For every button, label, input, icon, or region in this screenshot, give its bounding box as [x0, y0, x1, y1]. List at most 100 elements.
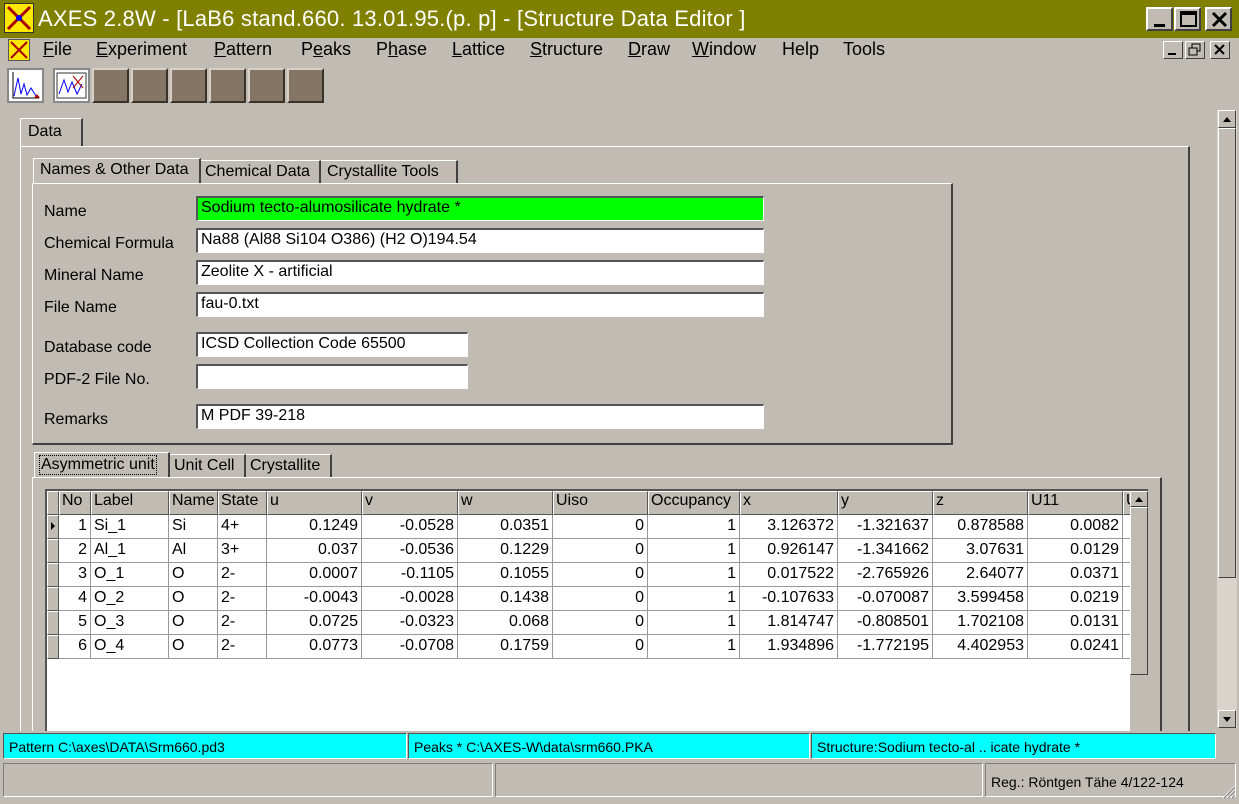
- table-scrollbar[interactable]: [1130, 491, 1148, 731]
- menu-tools[interactable]: Tools: [843, 39, 885, 60]
- table-cell[interactable]: 0.037: [267, 539, 362, 563]
- pdf2-file-no-field[interactable]: [196, 364, 468, 389]
- table-cell[interactable]: 3.07631: [933, 539, 1028, 563]
- remarks-field[interactable]: M PDF 39-218: [196, 404, 764, 429]
- menu-help[interactable]: Help: [782, 39, 819, 60]
- table-cell[interactable]: 0.878588: [933, 515, 1028, 539]
- table-cell[interactable]: -0.808501: [838, 611, 933, 635]
- table-cell[interactable]: 4+: [218, 515, 267, 539]
- column-header[interactable]: y: [838, 491, 933, 515]
- table-cell[interactable]: 0.0131: [1028, 611, 1123, 635]
- table-cell[interactable]: 3+: [218, 539, 267, 563]
- minimize-button[interactable]: [1146, 7, 1173, 31]
- table-cell[interactable]: 0: [553, 563, 648, 587]
- table-cell[interactable]: -1.772195: [838, 635, 933, 659]
- table-cell[interactable]: 0.0007: [267, 563, 362, 587]
- table-cell[interactable]: -2.765926: [838, 563, 933, 587]
- menu-file[interactable]: File: [43, 39, 72, 60]
- app-logo-icon[interactable]: [4, 3, 34, 33]
- table-scroll-thumb[interactable]: [1130, 507, 1148, 675]
- table-cell[interactable]: 1: [648, 611, 740, 635]
- table-cell[interactable]: 3.126372: [740, 515, 838, 539]
- column-header[interactable]: U11: [1028, 491, 1123, 515]
- table-cell[interactable]: 0.0219: [1028, 587, 1123, 611]
- table-cell[interactable]: 2-: [218, 563, 267, 587]
- column-header[interactable]: Label: [91, 491, 169, 515]
- table-cell[interactable]: -0.070087: [838, 587, 933, 611]
- column-header[interactable]: v: [362, 491, 458, 515]
- tab-asymmetric-unit[interactable]: Asymmetric unit: [34, 452, 170, 478]
- table-cell[interactable]: 3: [59, 563, 91, 587]
- table-cell[interactable]: 6: [59, 635, 91, 659]
- table-cell[interactable]: 0.068: [458, 611, 553, 635]
- table-cell[interactable]: 2: [59, 539, 91, 563]
- column-header[interactable]: z: [933, 491, 1028, 515]
- table-cell[interactable]: O_3: [91, 611, 169, 635]
- column-header[interactable]: Uiso: [553, 491, 648, 515]
- menu-draw[interactable]: Draw: [628, 39, 670, 60]
- table-cell[interactable]: 0.0371: [1028, 563, 1123, 587]
- table-cell[interactable]: 0.1759: [458, 635, 553, 659]
- tab-chemical-data[interactable]: Chemical Data: [201, 160, 321, 184]
- file-name-field[interactable]: fau-0.txt: [196, 292, 764, 317]
- table-cell[interactable]: -0.0708: [362, 635, 458, 659]
- maximize-button[interactable]: [1174, 7, 1201, 31]
- column-header[interactable]: w: [458, 491, 553, 515]
- table-cell[interactable]: 0.017522: [740, 563, 838, 587]
- table-cell[interactable]: 2.64077: [933, 563, 1028, 587]
- table-cell[interactable]: 0.1229: [458, 539, 553, 563]
- table-cell[interactable]: 0.0241: [1028, 635, 1123, 659]
- table-cell[interactable]: 0.0129: [1028, 539, 1123, 563]
- name-field[interactable]: Sodium tecto-alumosilicate hydrate *: [196, 196, 764, 221]
- table-cell[interactable]: O: [169, 563, 218, 587]
- column-header[interactable]: Occupancy: [648, 491, 740, 515]
- table-cell[interactable]: 0.0082: [1028, 515, 1123, 539]
- main-scroll-thumb[interactable]: [1218, 128, 1236, 578]
- table-cell[interactable]: 0: [553, 539, 648, 563]
- table-cell[interactable]: 0.0725: [267, 611, 362, 635]
- table-cell[interactable]: -0.0043: [267, 587, 362, 611]
- toolbar-button-4[interactable]: [131, 68, 168, 103]
- table-cell[interactable]: 5: [59, 611, 91, 635]
- toolbar-button-3[interactable]: [92, 68, 129, 103]
- child-minimize-button[interactable]: [1163, 41, 1183, 59]
- table-cell[interactable]: O_1: [91, 563, 169, 587]
- menu-peaks[interactable]: Peaks: [301, 39, 351, 60]
- table-cell[interactable]: 2-: [218, 635, 267, 659]
- table-cell[interactable]: O: [169, 611, 218, 635]
- row-indicator[interactable]: [47, 563, 59, 587]
- table-cell[interactable]: 0.1249: [267, 515, 362, 539]
- table-cell[interactable]: -0.0528: [362, 515, 458, 539]
- table-cell[interactable]: 4.402953: [933, 635, 1028, 659]
- row-indicator[interactable]: [47, 611, 59, 635]
- structure-plot-button[interactable]: [53, 68, 90, 103]
- menu-phase[interactable]: Phase: [376, 39, 427, 60]
- column-header[interactable]: u: [267, 491, 362, 515]
- menu-structure[interactable]: Structure: [530, 39, 603, 60]
- child-restore-button[interactable]: [1185, 41, 1205, 59]
- table-cell[interactable]: 1: [648, 515, 740, 539]
- table-cell[interactable]: -0.0536: [362, 539, 458, 563]
- table-cell[interactable]: 0: [553, 611, 648, 635]
- menu-window[interactable]: Window: [692, 39, 756, 60]
- table-cell[interactable]: 4: [59, 587, 91, 611]
- table-cell[interactable]: -0.0028: [362, 587, 458, 611]
- table-cell[interactable]: Al: [169, 539, 218, 563]
- table-cell[interactable]: -0.0323: [362, 611, 458, 635]
- table-cell[interactable]: 1.814747: [740, 611, 838, 635]
- main-scrollbar[interactable]: [1217, 110, 1237, 728]
- table-cell[interactable]: 0: [553, 635, 648, 659]
- table-cell[interactable]: 2-: [218, 587, 267, 611]
- tab-data[interactable]: Data: [20, 118, 83, 146]
- table-scroll-up-button[interactable]: [1130, 491, 1148, 507]
- table-cell[interactable]: 1: [59, 515, 91, 539]
- table-cell[interactable]: 0.1055: [458, 563, 553, 587]
- table-cell[interactable]: Si_1: [91, 515, 169, 539]
- resize-grip-icon[interactable]: [1220, 783, 1236, 799]
- table-cell[interactable]: 1.702108: [933, 611, 1028, 635]
- table-cell[interactable]: 1.934896: [740, 635, 838, 659]
- close-button[interactable]: [1205, 7, 1232, 31]
- table-cell[interactable]: 0: [553, 515, 648, 539]
- column-header[interactable]: No: [59, 491, 91, 515]
- table-cell[interactable]: Al_1: [91, 539, 169, 563]
